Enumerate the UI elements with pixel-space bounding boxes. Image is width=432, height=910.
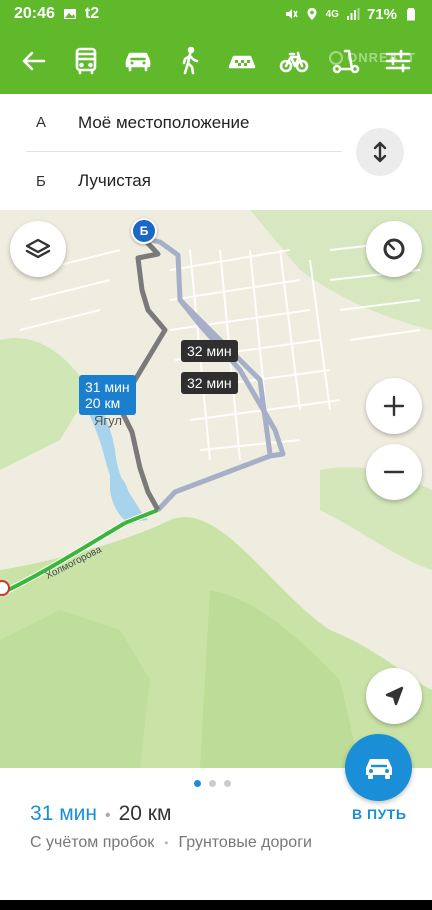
gallery-icon xyxy=(63,9,76,19)
route-summary: 31 мин • 20 км xyxy=(30,802,171,826)
route-distance: 20 км xyxy=(118,802,172,825)
alt-route-time-2-text: 32 мин xyxy=(187,375,232,391)
swap-arrows-icon xyxy=(373,141,387,163)
alt-route-time-1-text: 32 мин xyxy=(187,343,232,359)
destination-marker[interactable]: Б xyxy=(131,218,157,244)
map-view[interactable]: Б 32 мин 32 мин 31 мин 20 км Ягул Холмог… xyxy=(0,210,432,768)
mode-taxi-button[interactable] xyxy=(222,41,262,81)
summary-separator: • xyxy=(104,807,111,824)
watermark: ONREALT xyxy=(329,50,416,65)
alt-route-time-2[interactable]: 32 мин xyxy=(181,372,238,394)
layers-button[interactable] xyxy=(10,221,66,277)
walk-icon xyxy=(182,46,199,75)
mode-walk-button[interactable] xyxy=(170,41,210,81)
system-nav-bar xyxy=(0,900,432,910)
page-dot xyxy=(224,780,231,787)
mode-bus-button[interactable] xyxy=(66,41,106,81)
status-battery-text: 71% xyxy=(366,5,397,23)
page-dot xyxy=(194,780,201,787)
selected-route-info[interactable]: 31 мин 20 км xyxy=(79,375,136,415)
route-panel: А Моё местоположение Б Лучистая xyxy=(0,94,432,210)
route-note-road-type: Грунтовые дороги xyxy=(178,834,312,851)
bus-icon xyxy=(75,47,97,75)
route-from-text: Моё местоположение xyxy=(78,112,250,132)
compass-button[interactable] xyxy=(366,221,422,277)
mode-car-button[interactable] xyxy=(118,41,158,81)
compass-icon xyxy=(383,238,405,260)
route-summary-sheet[interactable]: В ПУТЬ 31 мин • 20 км С учётом пробок • … xyxy=(0,734,432,900)
status-carrier: t2 xyxy=(84,5,100,22)
watermark-logo-icon xyxy=(329,50,344,65)
zoom-in-button[interactable] xyxy=(366,378,422,434)
route-to-letter: Б xyxy=(36,172,46,190)
route-note-traffic: С учётом пробок xyxy=(30,834,155,851)
mode-bike-button[interactable] xyxy=(274,41,314,81)
car-icon xyxy=(125,52,151,72)
battery-icon xyxy=(407,8,415,21)
route-from-letter: А xyxy=(36,114,47,131)
watermark-text: ONREALT xyxy=(347,50,416,65)
route-notes: С учётом пробок • Грунтовые дороги xyxy=(30,834,312,852)
start-navigation-label[interactable]: В ПУТЬ xyxy=(352,806,406,822)
swap-route-button[interactable] xyxy=(356,128,404,176)
route-time: 31 мин xyxy=(30,802,97,825)
taxi-icon xyxy=(228,55,256,69)
minus-icon xyxy=(383,470,405,474)
place-label: Ягул xyxy=(94,413,122,428)
start-navigation-button[interactable] xyxy=(345,734,412,801)
route-note-separator: • xyxy=(164,836,169,850)
location-icon xyxy=(307,8,317,20)
transport-toolbar: ONREALT xyxy=(0,28,432,94)
status-network: 4G xyxy=(325,8,339,20)
arrow-left-icon xyxy=(22,51,46,71)
route-to-field[interactable]: Б Лучистая xyxy=(26,152,342,210)
status-bar: 20:46 t2 4G 71% xyxy=(0,0,432,28)
plus-icon xyxy=(383,395,405,417)
page-dot xyxy=(209,780,216,787)
alt-route-time-1[interactable]: 32 мин xyxy=(181,340,238,362)
my-location-button[interactable] xyxy=(366,668,422,724)
signal-icon xyxy=(346,8,360,20)
route-from-field[interactable]: А Моё местоположение xyxy=(26,94,342,152)
back-button[interactable] xyxy=(14,41,54,81)
navigation-arrow-icon xyxy=(385,686,404,706)
selected-route-time: 31 мин xyxy=(85,379,130,395)
car-icon xyxy=(365,758,392,779)
status-time: 20:46 xyxy=(14,5,55,22)
zoom-out-button[interactable] xyxy=(366,444,422,500)
page-indicator xyxy=(194,780,231,787)
route-to-text: Лучистая xyxy=(78,171,151,190)
layers-icon xyxy=(25,238,51,259)
selected-route-distance: 20 км xyxy=(85,395,121,411)
destination-marker-letter: Б xyxy=(139,224,149,238)
bike-icon xyxy=(279,51,309,73)
mute-icon xyxy=(285,9,298,19)
